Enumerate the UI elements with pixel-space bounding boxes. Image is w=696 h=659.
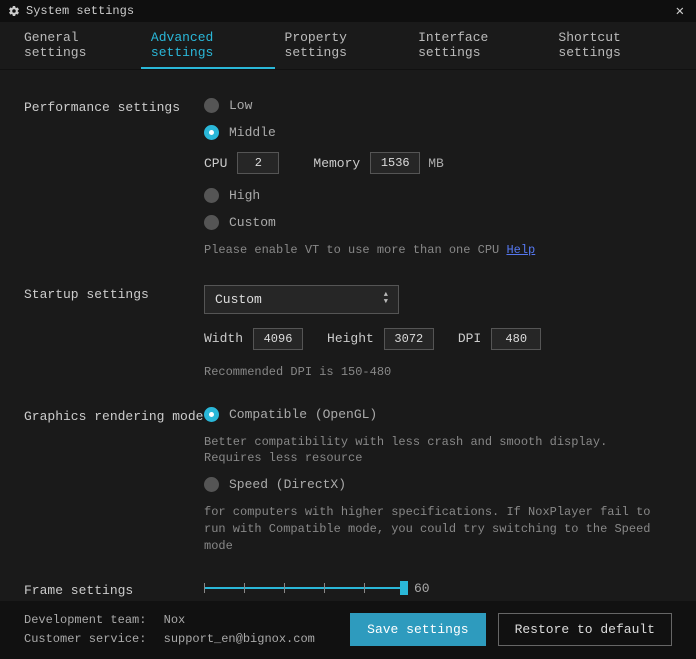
radio-low-label: Low (229, 98, 252, 113)
gear-icon (8, 5, 20, 17)
graphics-section-label: Graphics rendering mode (24, 407, 204, 561)
dpi-label: DPI (458, 331, 481, 346)
titlebar: System settings ✕ (0, 0, 696, 22)
radio-compatible[interactable]: Compatible (OpenGL) (204, 407, 672, 422)
tab-bar: General settings Advanced settings Prope… (0, 22, 696, 70)
startup-section-label: Startup settings (24, 285, 204, 387)
slider-tick (284, 583, 285, 593)
slider-tick (244, 583, 245, 593)
close-icon[interactable]: ✕ (672, 3, 688, 20)
tab-property[interactable]: Property settings (275, 22, 409, 69)
memory-input[interactable] (370, 152, 420, 174)
radio-custom-label: Custom (229, 215, 276, 230)
chevron-updown-icon: ▲▼ (384, 292, 388, 306)
dev-team-value: Nox (164, 613, 186, 627)
radio-middle-label: Middle (229, 125, 276, 140)
startup-select[interactable]: Custom ▲▼ (204, 285, 399, 314)
radio-dot-icon (204, 215, 219, 230)
support-label: Customer service: (24, 632, 146, 646)
cpu-label: CPU (204, 156, 227, 171)
height-input[interactable] (384, 328, 434, 350)
radio-high-label: High (229, 188, 260, 203)
dev-team-label: Development team: (24, 613, 146, 627)
radio-dot-icon (204, 188, 219, 203)
radio-dot-icon (204, 477, 219, 492)
memory-unit: MB (428, 156, 444, 171)
radio-compatible-label: Compatible (OpenGL) (229, 407, 377, 422)
compatible-hint: Better compatibility with less crash and… (204, 434, 672, 468)
fps-slider[interactable] (204, 581, 404, 595)
speed-hint: for computers with higher specifications… (204, 504, 672, 554)
save-button[interactable]: Save settings (350, 613, 485, 646)
support-value: support_en@bignox.com (164, 632, 315, 646)
radio-speed[interactable]: Speed (DirectX) (204, 477, 672, 492)
radio-low[interactable]: Low (204, 98, 672, 113)
width-input[interactable] (253, 328, 303, 350)
tab-general[interactable]: General settings (14, 22, 141, 69)
dpi-hint: Recommended DPI is 150-480 (204, 364, 672, 381)
tab-interface[interactable]: Interface settings (408, 22, 548, 69)
height-label: Height (327, 331, 374, 346)
cpu-input[interactable] (237, 152, 279, 174)
help-link[interactable]: Help (506, 243, 535, 257)
dpi-input[interactable] (491, 328, 541, 350)
footer: Development team: Nox Customer service: … (0, 601, 696, 659)
tab-shortcut[interactable]: Shortcut settings (548, 22, 682, 69)
radio-dot-icon (204, 125, 219, 140)
slider-track (204, 587, 404, 589)
memory-label: Memory (313, 156, 360, 171)
radio-speed-label: Speed (DirectX) (229, 477, 346, 492)
vt-hint: Please enable VT to use more than one CP… (204, 243, 499, 257)
radio-dot-icon (204, 98, 219, 113)
radio-custom[interactable]: Custom (204, 215, 672, 230)
fps-value: 60 (414, 581, 430, 596)
restore-button[interactable]: Restore to default (498, 613, 672, 646)
performance-section-label: Performance settings (24, 98, 204, 265)
radio-high[interactable]: High (204, 188, 672, 203)
slider-thumb[interactable] (400, 581, 408, 595)
tab-advanced[interactable]: Advanced settings (141, 22, 275, 69)
radio-middle[interactable]: Middle (204, 125, 672, 140)
window-title: System settings (26, 4, 672, 18)
radio-dot-icon (204, 407, 219, 422)
width-label: Width (204, 331, 243, 346)
slider-tick (364, 583, 365, 593)
startup-select-value: Custom (215, 292, 262, 307)
slider-tick (204, 583, 205, 593)
slider-tick (324, 583, 325, 593)
